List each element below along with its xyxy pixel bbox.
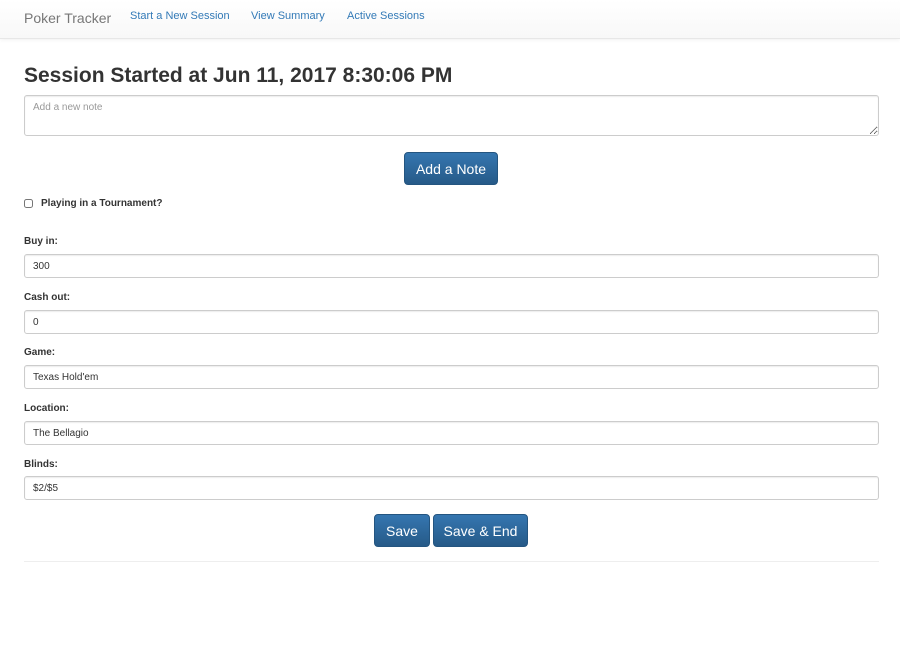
page-title: Session Started at Jun 11, 2017 8:30:06 … [24,64,453,87]
save-and-end-button[interactable]: Save & End [433,514,528,547]
location-label: Location: [24,403,69,414]
location-input[interactable] [24,421,879,445]
buy-in-label: Buy in: [24,236,58,247]
tournament-checkbox[interactable] [24,199,33,208]
nav-start-new-session[interactable]: Start a New Session [130,10,230,22]
cash-out-input[interactable] [24,310,879,334]
nav-view-summary[interactable]: View Summary [251,10,325,22]
cash-out-label: Cash out: [24,292,71,303]
buy-in-input[interactable] [24,254,879,278]
blinds-label: Blinds: [24,459,58,470]
blinds-input[interactable] [24,476,879,500]
new-note-textarea[interactable] [24,95,879,136]
nav-active-sessions[interactable]: Active Sessions [347,10,425,22]
add-note-button[interactable]: Add a Note [404,152,498,185]
game-label: Game: [24,347,56,358]
tournament-checkbox-label[interactable]: Playing in a Tournament? [41,198,163,209]
save-button[interactable]: Save [374,514,430,547]
tournament-checkbox-row: Playing in a Tournament? [24,198,163,209]
brand-link[interactable]: Poker Tracker [24,10,111,26]
navbar: Poker Tracker Start a New Session View S… [0,0,900,39]
bottom-divider [24,561,879,562]
game-input[interactable] [24,365,879,389]
